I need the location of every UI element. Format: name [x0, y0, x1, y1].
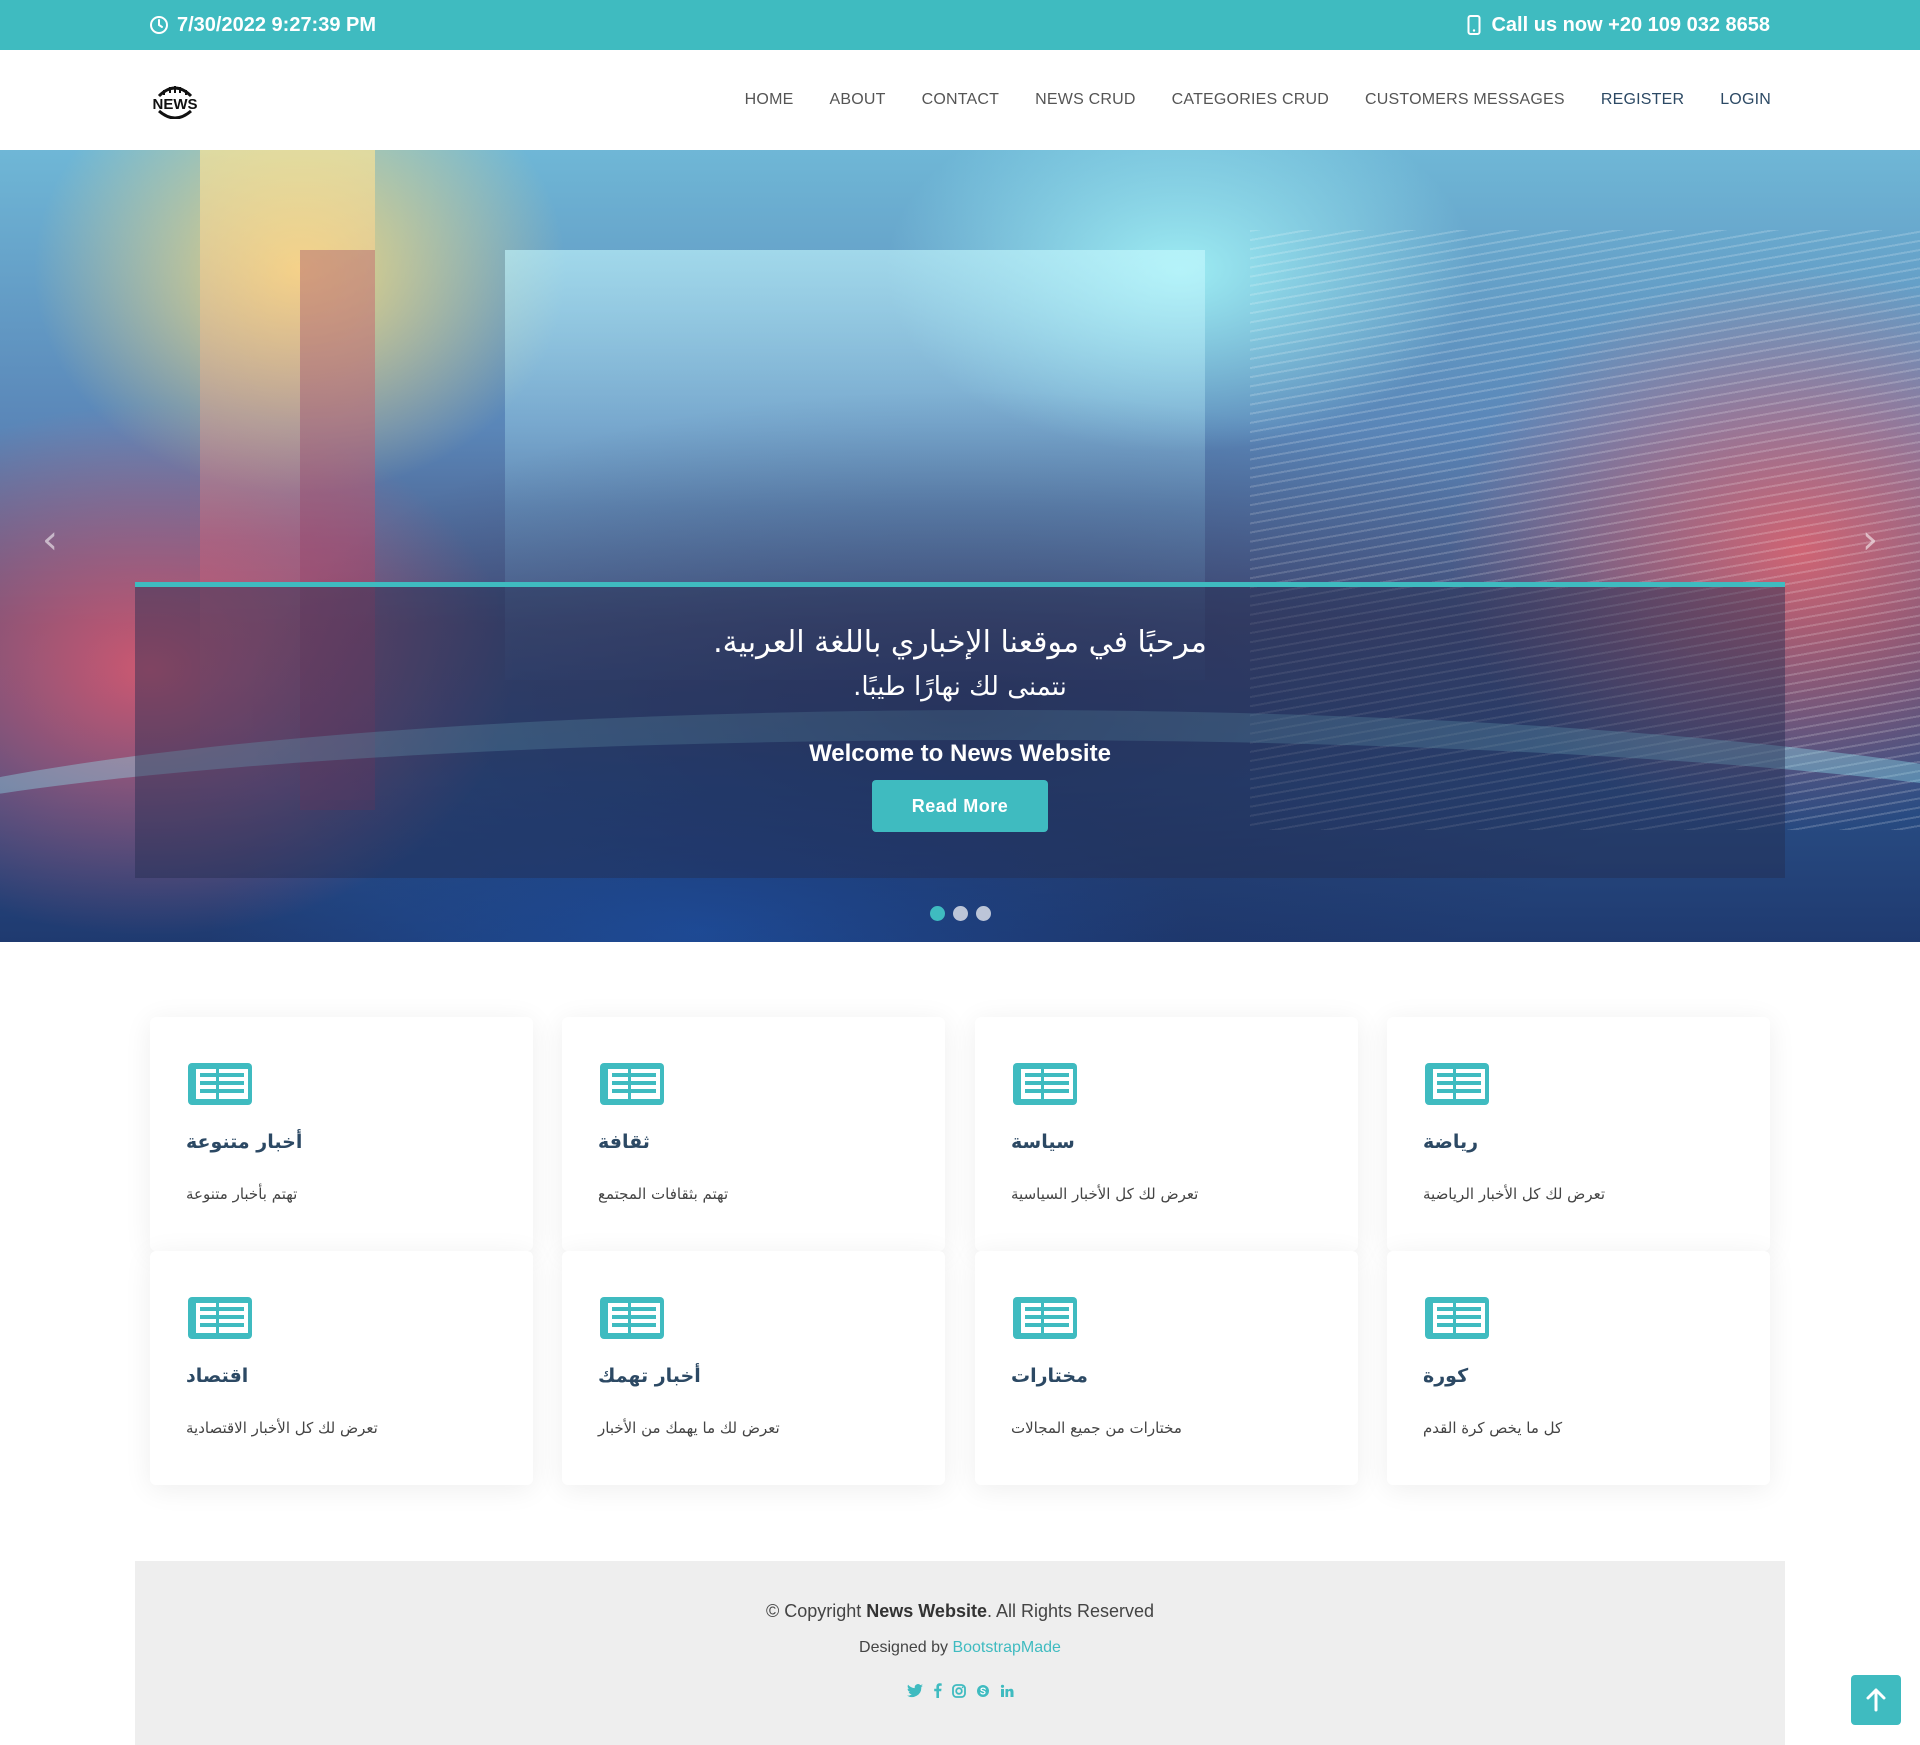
nav-register[interactable]: REGISTER — [1583, 91, 1702, 109]
category-card[interactable]: رياضة تعرض لك كل الأخبار الرياضية — [1387, 1017, 1770, 1251]
site-logo[interactable]: NEWS — [148, 83, 202, 120]
category-card[interactable]: مختارات مختارات من جميع المجالات — [975, 1251, 1358, 1485]
skype-icon[interactable] — [976, 1683, 990, 1702]
category-card[interactable]: أخبار تهمك تعرض لك ما يهمك من الأخبار — [562, 1251, 945, 1485]
facebook-icon[interactable] — [933, 1683, 942, 1702]
instagram-icon[interactable] — [951, 1683, 966, 1702]
newspaper-icon — [598, 1295, 666, 1341]
twitter-icon[interactable] — [906, 1683, 923, 1702]
newspaper-icon — [1423, 1061, 1491, 1107]
designed-by: Designed by BootstrapMade — [135, 1639, 1785, 1657]
phone-icon — [1467, 15, 1481, 35]
card-title: سياسة — [1011, 1131, 1075, 1153]
hero-caption: مرحبًا في موقعنا الإخباري باللغة العربية… — [135, 582, 1785, 878]
linkedin-icon[interactable] — [1000, 1683, 1014, 1702]
hero-welcome-title: Welcome to News Website — [809, 740, 1111, 767]
category-card[interactable]: كورة كل ما يخص كرة القدم — [1387, 1251, 1770, 1485]
slider-indicators — [930, 906, 991, 921]
card-description: مختارات من جميع المجالات — [1011, 1419, 1182, 1437]
card-description: كل ما يخص كرة القدم — [1423, 1419, 1563, 1437]
card-description: تهتم بثقافات المجتمع — [598, 1185, 729, 1203]
card-title: رياضة — [1423, 1131, 1479, 1153]
datetime-text: 7/30/2022 9:27:39 PM — [177, 13, 377, 36]
site-footer: © Copyright News Website. All Rights Res… — [135, 1561, 1785, 1745]
copyright: © Copyright News Website. All Rights Res… — [135, 1601, 1785, 1622]
newspaper-icon — [1011, 1061, 1079, 1107]
main-nav: HOME ABOUT CONTACT NEWS CRUD CATEGORIES … — [727, 50, 1771, 150]
card-description: تهتم بأخبار متنوعة — [186, 1185, 298, 1203]
hero-arabic-headline: مرحبًا في موقعنا الإخباري باللغة العربية… — [713, 625, 1207, 660]
newspaper-icon — [186, 1295, 254, 1341]
nav-login[interactable]: LOGIN — [1702, 91, 1771, 109]
phone-contact: Call us now +20 109 032 8658 — [1467, 0, 1770, 50]
card-title: كورة — [1423, 1365, 1469, 1387]
category-card[interactable]: اقتصاد تعرض لك كل الأخبار الاقتصادية — [150, 1251, 533, 1485]
slider-dot[interactable] — [953, 906, 968, 921]
nav-contact[interactable]: CONTACT — [904, 91, 1018, 109]
newspaper-icon — [186, 1061, 254, 1107]
chevron-right-icon[interactable]: › — [1850, 520, 1890, 560]
chevron-left-icon[interactable]: ‹ — [30, 520, 70, 560]
slider-dot[interactable] — [930, 906, 945, 921]
copyright-brand: News Website — [866, 1601, 987, 1621]
nav-about[interactable]: ABOUT — [811, 91, 903, 109]
card-title: أخبار تهمك — [598, 1365, 701, 1387]
bootstrapmade-link[interactable]: BootstrapMade — [952, 1639, 1061, 1656]
phone-text: Call us now +20 109 032 8658 — [1491, 13, 1770, 36]
card-description: تعرض لك ما يهمك من الأخبار — [598, 1419, 780, 1437]
newspaper-icon — [1011, 1295, 1079, 1341]
card-description: تعرض لك كل الأخبار السياسية — [1011, 1185, 1199, 1203]
card-title: مختارات — [1011, 1365, 1088, 1387]
newspaper-icon — [1423, 1295, 1491, 1341]
nav-categories-crud[interactable]: CATEGORIES CRUD — [1154, 91, 1347, 109]
top-bar: 7/30/2022 9:27:39 PM Call us now +20 109… — [0, 0, 1920, 50]
category-card[interactable]: سياسة تعرض لك كل الأخبار السياسية — [975, 1017, 1358, 1251]
copyright-suffix: . All Rights Reserved — [986, 1601, 1155, 1621]
card-title: اقتصاد — [186, 1365, 249, 1387]
newspaper-icon — [598, 1061, 666, 1107]
designed-by-prefix: Designed by — [859, 1639, 953, 1656]
card-description: تعرض لك كل الأخبار الاقتصادية — [186, 1419, 378, 1437]
hero-arabic-subline: نتمنى لك نهارًا طيبًا. — [853, 672, 1067, 702]
arrow-up-icon — [1851, 1675, 1901, 1730]
datetime: 7/30/2022 9:27:39 PM — [149, 0, 376, 50]
card-title: ثقافة — [598, 1131, 650, 1153]
card-description: تعرض لك كل الأخبار الرياضية — [1423, 1185, 1606, 1203]
hero-slider: ‹ › مرحبًا في موقعنا الإخباري باللغة الع… — [0, 150, 1920, 942]
nav-news-crud[interactable]: NEWS CRUD — [1017, 91, 1153, 109]
back-to-top-button[interactable] — [1851, 1675, 1901, 1725]
nav-home[interactable]: HOME — [727, 91, 812, 109]
category-card[interactable]: أخبار متنوعة تهتم بأخبار متنوعة — [150, 1017, 533, 1251]
logo-text: NEWS — [153, 96, 198, 113]
card-title: أخبار متنوعة — [186, 1131, 303, 1153]
copyright-prefix: © Copyright — [765, 1601, 867, 1621]
slider-dot[interactable] — [976, 906, 991, 921]
nav-customers-messages[interactable]: CUSTOMERS MESSAGES — [1347, 91, 1583, 109]
social-links — [135, 1683, 1785, 1702]
category-card[interactable]: ثقافة تهتم بثقافات المجتمع — [562, 1017, 945, 1251]
clock-icon — [149, 15, 169, 35]
site-header: NEWS HOME ABOUT CONTACT NEWS CRUD CATEGO… — [0, 50, 1920, 150]
read-more-button[interactable]: Read More — [872, 780, 1048, 832]
